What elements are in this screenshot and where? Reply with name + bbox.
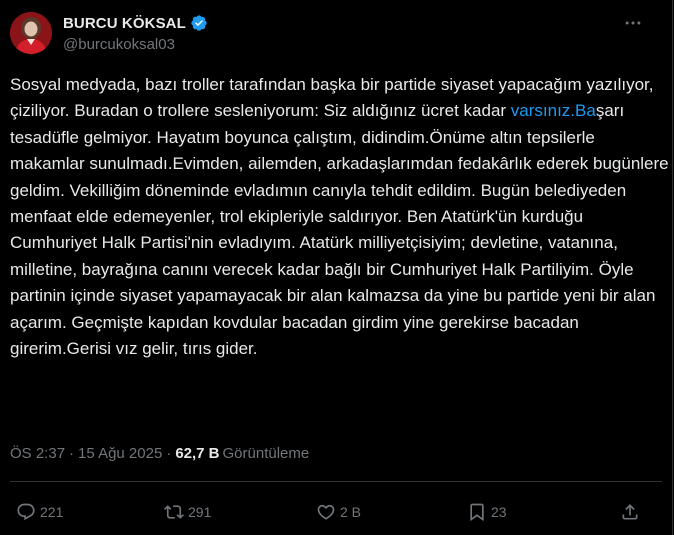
reply-count: 221 [40,504,64,520]
avatar[interactable] [10,12,52,54]
tweet-date[interactable]: 15 Ağu 2025 [78,445,162,462]
bookmark-count: 23 [491,504,507,520]
author-name-row: BURCU KÖKSAL [63,13,208,33]
meta-separator: · [69,444,75,462]
repost-icon [164,502,184,522]
divider [10,481,662,482]
tweet-text-part-2: şarı tesadüfle gelmiyor. Hayatım boyunca… [10,101,669,359]
tweet-text: Sosyal medyada, bazı troller tarafından … [10,72,670,362]
like-button[interactable]: 2 B [316,497,361,527]
share-button[interactable] [620,497,640,527]
bookmark-icon [467,502,487,522]
tweet-meta: ÖS 2:37 · 15 Ağu 2025 · 62,7 B Görüntüle… [10,443,309,463]
avatar-image [10,12,52,54]
reply-button[interactable]: 221 [16,497,63,527]
reply-icon [16,502,36,522]
more-horizontal-icon[interactable] [622,12,644,34]
tweet: BURCU KÖKSAL @burcukoksal03 Sosyal medya… [0,0,673,535]
heart-icon [316,502,336,522]
views-count: 62,7 B [175,444,220,462]
tweet-time[interactable]: ÖS 2:37 [10,445,65,462]
author-display-name[interactable]: BURCU KÖKSAL [63,15,186,32]
like-count: 2 B [340,504,362,520]
repost-button[interactable]: 291 [164,497,211,527]
action-bar: 221 291 2 B 23 [0,497,672,527]
author-handle[interactable]: @burcukoksal03 [63,36,175,53]
share-icon [620,502,640,522]
bookmark-button[interactable]: 23 [467,497,507,527]
meta-separator-2: · [166,444,172,462]
repost-count: 291 [188,504,212,520]
tweet-link[interactable]: varsınız.Ba [511,101,596,120]
views-label: Görüntüleme [222,444,310,462]
verified-badge-icon[interactable] [190,14,208,32]
